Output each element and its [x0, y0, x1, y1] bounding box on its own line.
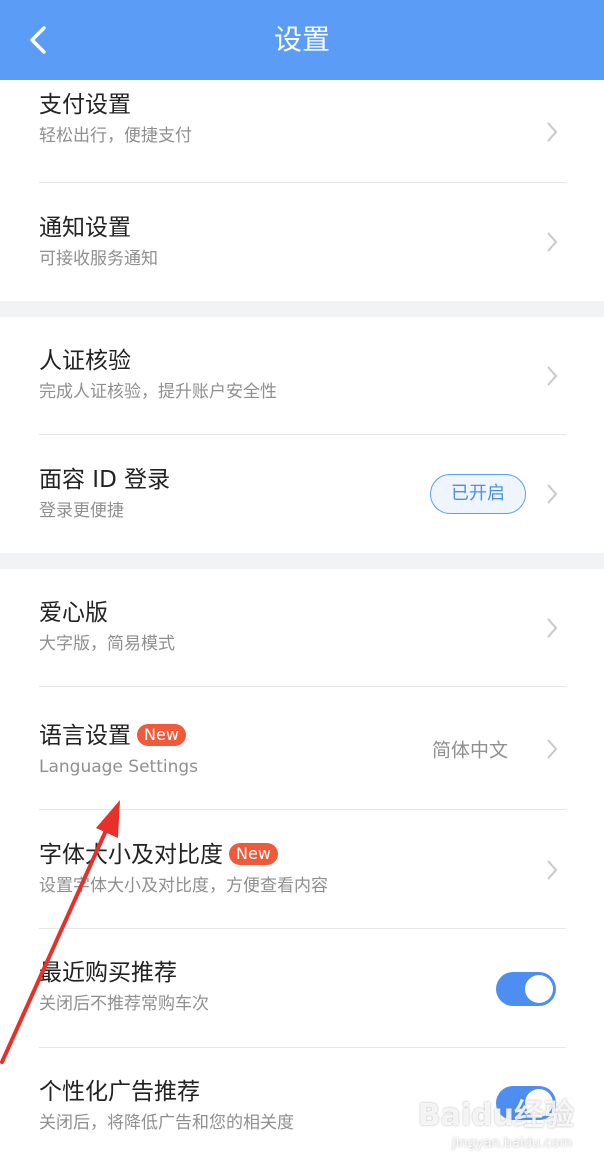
row-subtitle: 登录更便捷	[39, 501, 124, 521]
chevron-right-icon	[547, 738, 558, 759]
row-subtitle: Language Settings	[39, 757, 199, 777]
new-badge: New	[137, 724, 186, 746]
row-subtitle: 大字版，简易模式	[39, 634, 175, 654]
row-subtitle: 设置字体大小及对比度，方便查看内容	[39, 876, 328, 896]
settings-section-security: 人证核验 完成人证核验，提升账户安全性 面容 ID 登录 登录更便捷 已开启	[0, 317, 604, 553]
status-badge: 已开启	[430, 474, 526, 514]
row-subtitle: 轻松出行，便捷支付	[39, 126, 192, 146]
settings-section-payment: 支付设置 轻松出行，便捷支付 通知设置 可接收服务通知	[0, 80, 604, 301]
settings-row-payment[interactable]: 支付设置 轻松出行，便捷支付	[0, 80, 604, 183]
row-title: 通知设置	[39, 215, 131, 241]
settings-row-font-size-contrast[interactable]: 字体大小及对比度 New 设置字体大小及对比度，方便查看内容	[0, 810, 604, 929]
chevron-right-icon	[547, 859, 558, 880]
row-title-text: 字体大小及对比度	[39, 842, 223, 868]
row-title: 爱心版	[39, 600, 108, 626]
row-subtitle: 关闭后不推荐常购车次	[39, 994, 209, 1014]
current-language-value: 简体中文	[431, 739, 508, 761]
row-title: 字体大小及对比度 New	[39, 840, 278, 870]
row-title-text: 语言设置	[39, 723, 131, 749]
watermark-logo: Baidu经验	[417, 1098, 574, 1133]
chevron-right-icon	[547, 232, 558, 252]
settings-row-notification[interactable]: 通知设置 可接收服务通知	[0, 183, 604, 301]
row-title: 人证核验	[39, 348, 131, 374]
settings-row-recent-purchase-recommendation: 最近购买推荐 关闭后不推荐常购车次	[0, 929, 604, 1048]
settings-row-care-mode[interactable]: 爱心版 大字版，简易模式	[0, 569, 604, 687]
row-title: 个性化广告推荐	[39, 1079, 200, 1105]
row-title: 语言设置 New	[39, 721, 186, 751]
row-title: 面容 ID 登录	[39, 467, 171, 493]
row-subtitle: 完成人证核验，提升账户安全性	[39, 382, 277, 402]
settings-row-face-id-login[interactable]: 面容 ID 登录 登录更便捷 已开启	[0, 435, 604, 553]
chevron-right-icon	[547, 366, 558, 386]
chevron-right-icon	[547, 121, 558, 142]
watermark-url: jingyan.baidu.com	[452, 1136, 572, 1151]
top-bar: 设置	[0, 0, 604, 80]
chevron-right-icon	[547, 484, 558, 504]
recent-purchase-toggle[interactable]	[496, 971, 556, 1006]
chevron-right-icon	[547, 618, 558, 638]
row-subtitle: 关闭后，将降低广告和您的相关度	[39, 1113, 294, 1133]
settings-row-language[interactable]: 语言设置 New Language Settings 简体中文	[0, 687, 604, 810]
settings-section-display: 爱心版 大字版，简易模式 语言设置 New Language Settings 简…	[0, 569, 604, 1165]
row-title: 最近购买推荐	[39, 960, 177, 986]
row-subtitle: 可接收服务通知	[39, 249, 158, 269]
new-badge: New	[229, 843, 278, 865]
toggle-knob	[525, 974, 553, 1003]
page-title: 设置	[273, 23, 330, 56]
row-title: 支付设置	[39, 92, 131, 118]
settings-row-identity-verification[interactable]: 人证核验 完成人证核验，提升账户安全性	[0, 317, 604, 435]
